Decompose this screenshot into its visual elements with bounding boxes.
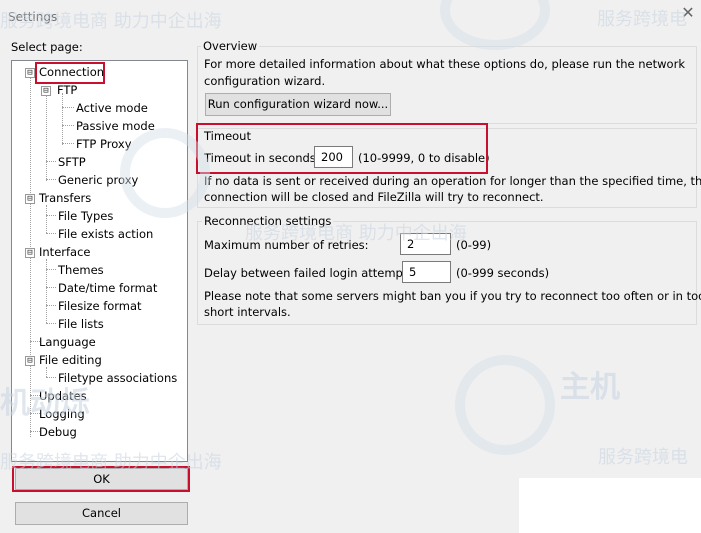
tree-item-debug[interactable]: Debug [39,425,77,439]
overview-text: For more detailed information about what… [204,57,685,71]
settings-tree[interactable]: ⊟ ⊟ ⊟ ⊟ ⊟ Connection FTP Active mode Pas… [11,60,188,462]
collapse-icon[interactable]: ⊟ [25,68,35,78]
timeout-note: connection will be closed and FileZilla … [204,190,544,204]
run-wizard-button[interactable]: Run configuration wizard now... [205,93,391,116]
background-patch [519,478,701,533]
timeout-note: If no data is sent or received during an… [204,174,701,188]
timeout-highlight [196,123,488,174]
tree-item-filesize-format[interactable]: Filesize format [58,299,142,313]
window-title: Settings [8,10,58,24]
retries-label: Maximum number of retries: [204,238,369,252]
tree-item-ftp-proxy[interactable]: FTP Proxy [76,137,132,151]
delay-input[interactable]: 5 [402,261,451,283]
overview-text: configuration wizard. [204,74,326,88]
delay-label: Delay between failed login attempts: [204,266,418,280]
title-bar [0,0,701,32]
collapse-icon[interactable]: ⊟ [41,86,51,96]
tree-item-filetype-associations[interactable]: Filetype associations [58,371,177,385]
cancel-button[interactable]: Cancel [15,502,188,525]
tree-item-interface[interactable]: Interface [39,245,91,259]
collapse-icon[interactable]: ⊟ [25,194,35,204]
tree-item-date-time-format[interactable]: Date/time format [58,281,157,295]
tree-item-language[interactable]: Language [39,335,96,349]
retries-hint: (0-99) [456,238,492,252]
tree-item-file-lists[interactable]: File lists [58,317,104,331]
watermark-text: 服务跨境电 [598,447,688,468]
retries-input[interactable]: 2 [400,233,451,255]
tree-item-sftp[interactable]: SFTP [58,155,86,169]
connection-highlight [35,62,105,84]
watermark-logo [120,128,210,218]
delay-hint: (0-999 seconds) [456,266,550,280]
reconnection-title: Reconnection settings [202,214,334,228]
tree-item-transfers[interactable]: Transfers [39,191,91,205]
collapse-icon[interactable]: ⊟ [25,356,35,366]
ok-highlight [12,466,190,492]
collapse-icon[interactable]: ⊟ [25,248,35,258]
tree-item-active-mode[interactable]: Active mode [76,101,148,115]
reconnection-note: short intervals. [204,305,291,319]
watermark-logo [455,355,555,455]
tree-item-logging[interactable]: Logging [39,407,85,421]
reconnection-note: Please note that some servers might ban … [204,289,701,303]
select-page-label: Select page: [11,40,83,54]
tree-item-passive-mode[interactable]: Passive mode [76,119,155,133]
tree-item-themes[interactable]: Themes [58,263,104,277]
tree-item-updates[interactable]: Updates [39,389,87,403]
tree-item-file-types[interactable]: File Types [58,209,113,223]
watermark-brand: 主机 [560,370,620,405]
tree-item-ftp[interactable]: FTP [57,83,77,97]
tree-item-file-editing[interactable]: File editing [39,353,102,367]
tree-item-file-exists-action[interactable]: File exists action [58,227,153,241]
close-icon[interactable]: ✕ [680,5,696,21]
watermark-logo [440,0,550,50]
overview-title: Overview [201,39,260,53]
